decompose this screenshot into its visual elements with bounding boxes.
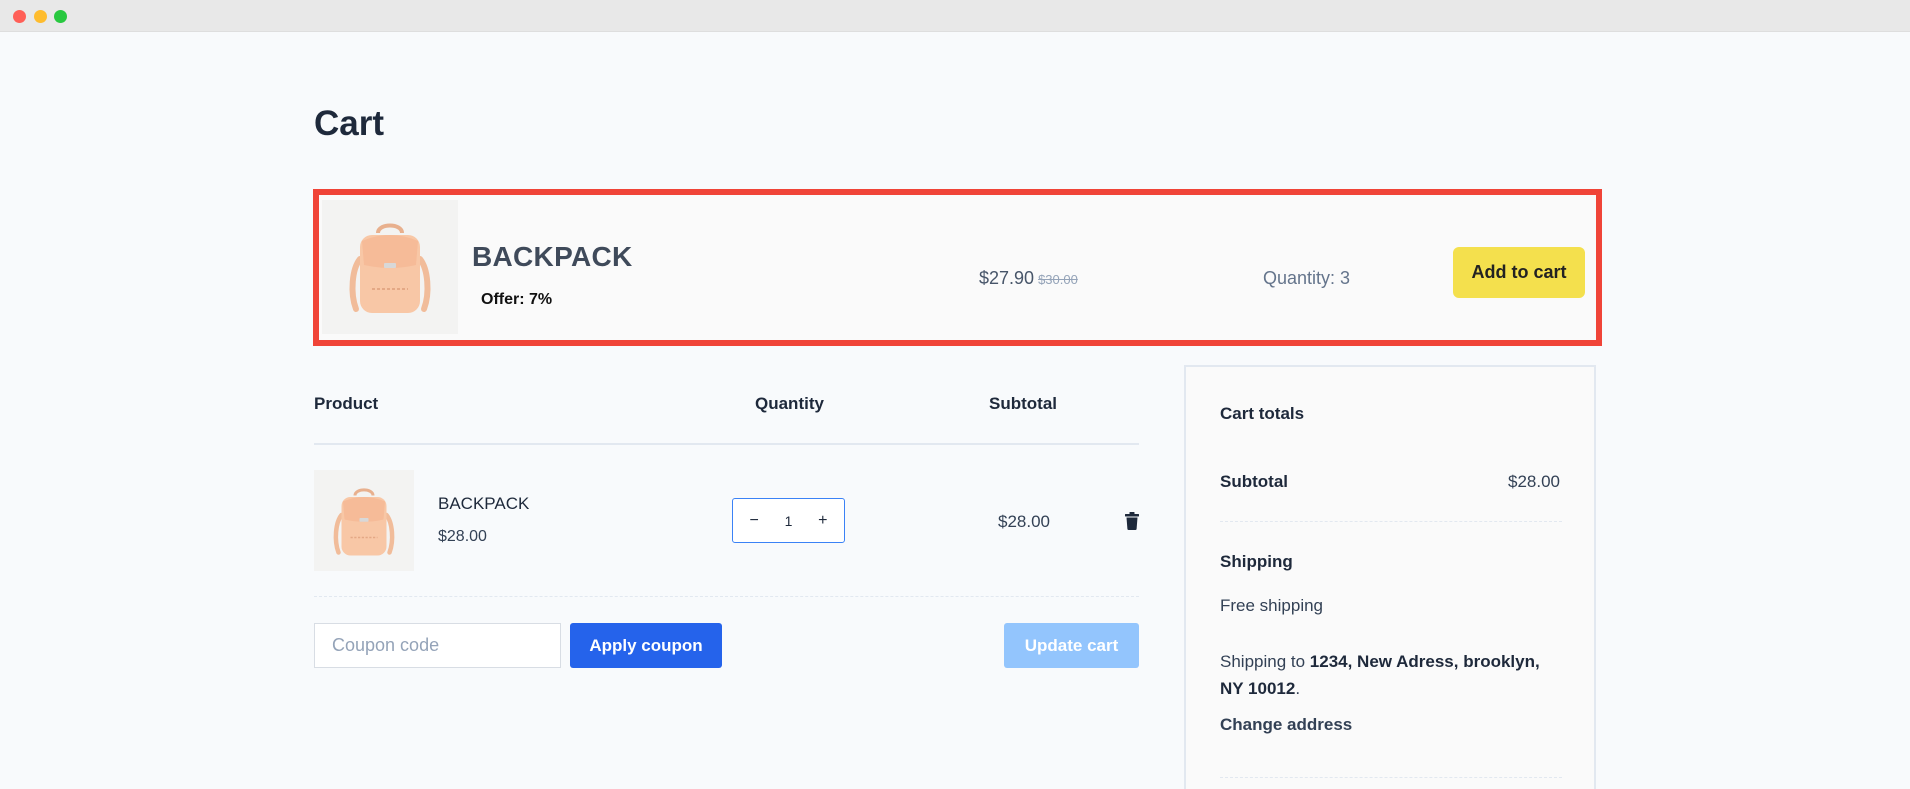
shipping-method: Free shipping bbox=[1220, 596, 1324, 615]
shipping-destination: Shipping to 1234, New Adress, brooklyn, … bbox=[1220, 648, 1560, 702]
quantity-decrease-button[interactable]: − bbox=[742, 512, 766, 530]
backpack-icon bbox=[333, 487, 395, 555]
row-subtotal: $28.00 bbox=[998, 512, 1050, 531]
minimize-window-button[interactable] bbox=[34, 10, 47, 23]
row-product-image[interactable] bbox=[314, 470, 414, 571]
promo-product-image[interactable] bbox=[322, 200, 458, 334]
change-address-link[interactable]: Change address bbox=[1220, 715, 1352, 735]
page-title: Cart bbox=[314, 104, 385, 143]
totals-divider bbox=[1220, 521, 1562, 522]
promo-old-price: $30.00 bbox=[1038, 272, 1078, 287]
shipping-to-suffix: . bbox=[1295, 679, 1301, 698]
maximize-window-button[interactable] bbox=[54, 10, 67, 23]
column-header-product: Product bbox=[314, 394, 379, 413]
cart-totals-title: Cart totals bbox=[1220, 404, 1305, 423]
promo-product-name: BACKPACK bbox=[472, 241, 633, 272]
promo-offer-label: Offer: 7% bbox=[481, 291, 553, 308]
totals-subtotal-value: $28.00 bbox=[1508, 472, 1560, 491]
column-header-quantity: Quantity bbox=[755, 394, 824, 413]
trash-icon[interactable] bbox=[1124, 512, 1140, 530]
update-cart-button[interactable]: Update cart bbox=[1004, 623, 1139, 668]
totals-subtotal-label: Subtotal bbox=[1220, 472, 1288, 491]
promo-price: $27.90 $30.00 bbox=[979, 268, 1078, 289]
close-window-button[interactable] bbox=[13, 10, 26, 23]
column-header-subtotal: Subtotal bbox=[989, 394, 1057, 413]
quantity-increase-button[interactable]: + bbox=[811, 512, 835, 530]
promo-banner: BACKPACK Offer: 7% $27.90 $30.00 Quantity… bbox=[313, 189, 1602, 346]
coupon-code-input[interactable] bbox=[314, 623, 561, 668]
quantity-stepper: − 1 + bbox=[732, 498, 845, 543]
window-titlebar bbox=[0, 0, 1910, 32]
promo-quantity: Quantity: 3 bbox=[1263, 268, 1351, 288]
cart-totals-panel: Cart totals Subtotal $28.00 Shipping Fre… bbox=[1184, 365, 1596, 789]
quantity-value[interactable]: 1 bbox=[785, 513, 793, 529]
shipping-label: Shipping bbox=[1220, 552, 1293, 571]
apply-coupon-button[interactable]: Apply coupon bbox=[570, 623, 722, 668]
promo-current-price: $27.90 bbox=[979, 268, 1035, 288]
shipping-to-prefix: Shipping to bbox=[1220, 652, 1310, 671]
table-row-divider bbox=[314, 596, 1139, 597]
row-product-price: $28.00 bbox=[438, 528, 487, 545]
totals-divider-bottom bbox=[1220, 777, 1562, 778]
row-product-name[interactable]: BACKPACK bbox=[438, 494, 529, 514]
table-header-divider bbox=[314, 443, 1139, 445]
backpack-icon bbox=[349, 223, 431, 313]
add-to-cart-button[interactable]: Add to cart bbox=[1453, 247, 1585, 298]
